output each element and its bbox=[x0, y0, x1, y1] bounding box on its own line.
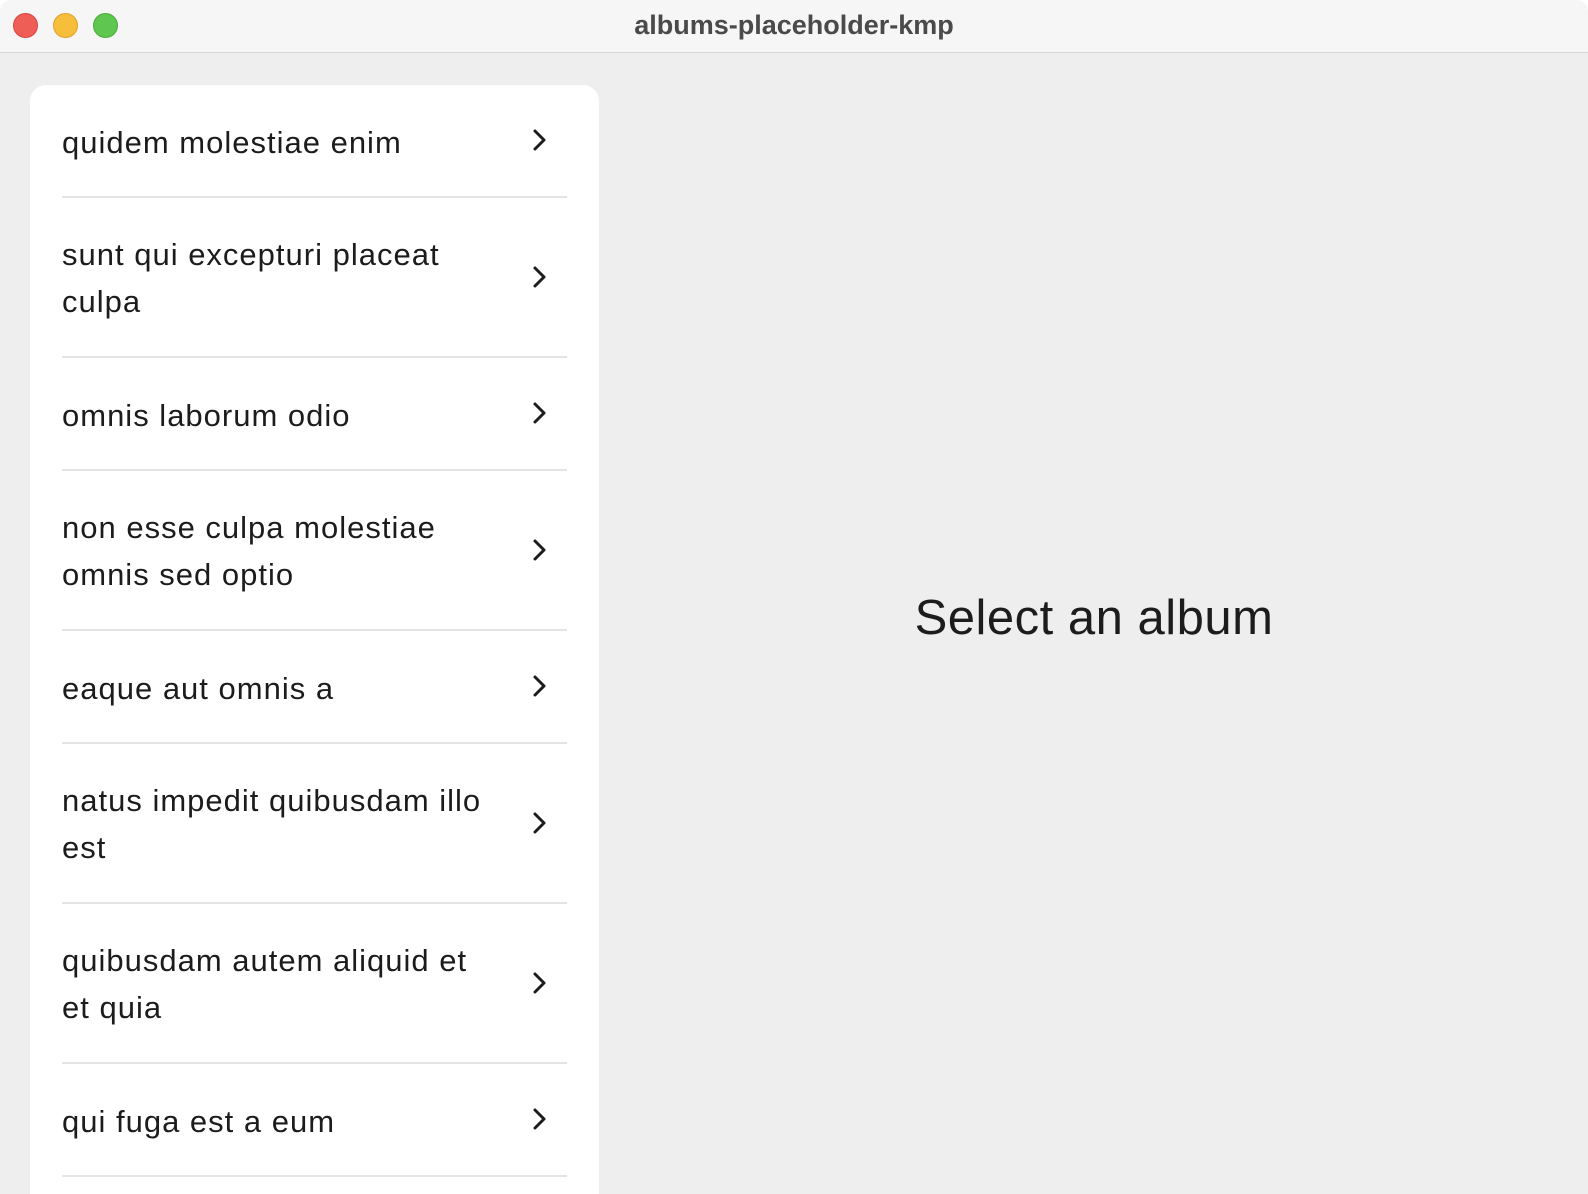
album-title: non esse culpa molestiae omnis sed optio bbox=[62, 510, 436, 592]
chevron-right-icon bbox=[533, 539, 546, 561]
album-list-item[interactable]: eaque aut omnis a bbox=[62, 631, 567, 744]
album-title: sunt qui excepturi placeat culpa bbox=[62, 237, 440, 319]
album-title: natus impedit quibusdam illo est bbox=[62, 783, 482, 865]
chevron-right-icon bbox=[533, 675, 546, 697]
album-list-panel[interactable]: quidem molestiae enim sunt qui excepturi… bbox=[30, 85, 599, 1194]
album-title: qui fuga est a eum bbox=[62, 1104, 336, 1139]
album-title: eaque aut omnis a bbox=[62, 671, 335, 706]
chevron-right-icon bbox=[533, 402, 546, 424]
album-detail-pane: Select an album bbox=[600, 53, 1588, 1194]
album-title: quibusdam autem aliquid et et quia bbox=[62, 943, 468, 1025]
main-content: quidem molestiae enim sunt qui excepturi… bbox=[0, 53, 1588, 1194]
chevron-right-icon bbox=[533, 972, 546, 994]
album-list-item[interactable]: quidem molestiae enim bbox=[62, 85, 567, 198]
chevron-right-icon bbox=[533, 812, 546, 834]
chevron-right-icon bbox=[533, 1108, 546, 1130]
album-list-item[interactable]: omnis laborum odio bbox=[62, 358, 567, 471]
app-window: albums-placeholder-kmp quidem molestiae … bbox=[0, 0, 1588, 1194]
empty-state-message: Select an album bbox=[914, 591, 1274, 645]
album-list-item[interactable]: non esse culpa molestiae omnis sed optio bbox=[62, 471, 567, 631]
album-list-item[interactable]: natus impedit quibusdam illo est bbox=[62, 744, 567, 904]
album-list-item[interactable]: quibusdam autem aliquid et et quia bbox=[62, 904, 567, 1064]
album-title: quidem molestiae enim bbox=[62, 125, 402, 160]
album-list: quidem molestiae enim sunt qui excepturi… bbox=[30, 85, 599, 1177]
chevron-right-icon bbox=[533, 266, 546, 288]
album-list-item[interactable]: qui fuga est a eum bbox=[62, 1064, 567, 1177]
window-title: albums-placeholder-kmp bbox=[634, 10, 954, 40]
album-list-item[interactable]: sunt qui excepturi placeat culpa bbox=[62, 198, 567, 358]
album-title: omnis laborum odio bbox=[62, 398, 351, 433]
title-bar[interactable]: albums-placeholder-kmp bbox=[0, 0, 1588, 53]
chevron-right-icon bbox=[533, 129, 546, 151]
